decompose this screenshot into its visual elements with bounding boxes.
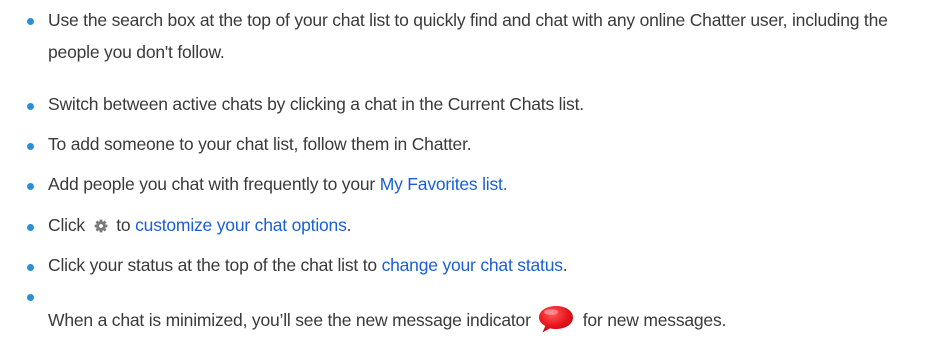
- change-chat-status-link[interactable]: change your chat status: [382, 255, 563, 275]
- tip-text-segment: To add someone to your chat list, follow…: [48, 134, 472, 154]
- gear-icon: [93, 212, 109, 244]
- tip-text-segment: for new messages.: [582, 310, 727, 330]
- tip-text: Switch between active chats by clicking …: [48, 88, 943, 120]
- bullet: [27, 294, 34, 301]
- bullet: [27, 143, 34, 150]
- tip-text-segment: .: [562, 255, 568, 275]
- new-message-indicator-icon: [537, 304, 575, 344]
- bullet: [27, 183, 34, 190]
- tip-text-segment: Click your status at the top of the chat…: [48, 255, 382, 275]
- my-favorites-link[interactable]: My Favorites list.: [380, 174, 508, 194]
- bullet: [27, 103, 34, 110]
- tip-text-segment: Add people you chat with frequently to y…: [48, 174, 380, 194]
- bullet: [27, 224, 34, 231]
- tip-text-segment: When a chat is minimized, you’ll see the…: [48, 310, 531, 330]
- bullet: [27, 264, 34, 271]
- tip-text: Use the search box at the top of your ch…: [48, 4, 943, 68]
- tip-text-segment: .: [346, 215, 352, 235]
- bullet: [27, 18, 34, 25]
- tip-text-segment: to: [111, 215, 136, 235]
- customize-chat-options-link[interactable]: customize your chat options: [135, 215, 347, 235]
- tip-text-segment: Use the search box at the top of your ch…: [48, 10, 893, 62]
- tip-text: To add someone to your chat list, follow…: [48, 128, 943, 160]
- tip-text: When a chat is minimized, you’ll see the…: [48, 304, 943, 344]
- tip-text: Add people you chat with frequently to y…: [48, 168, 943, 200]
- tip-text: Click to customize your chat options.: [48, 209, 943, 244]
- tip-text: Click your status at the top of the chat…: [48, 249, 943, 281]
- tip-text-segment: Switch between active chats by clicking …: [48, 94, 584, 114]
- tip-text-segment: Click: [48, 215, 90, 235]
